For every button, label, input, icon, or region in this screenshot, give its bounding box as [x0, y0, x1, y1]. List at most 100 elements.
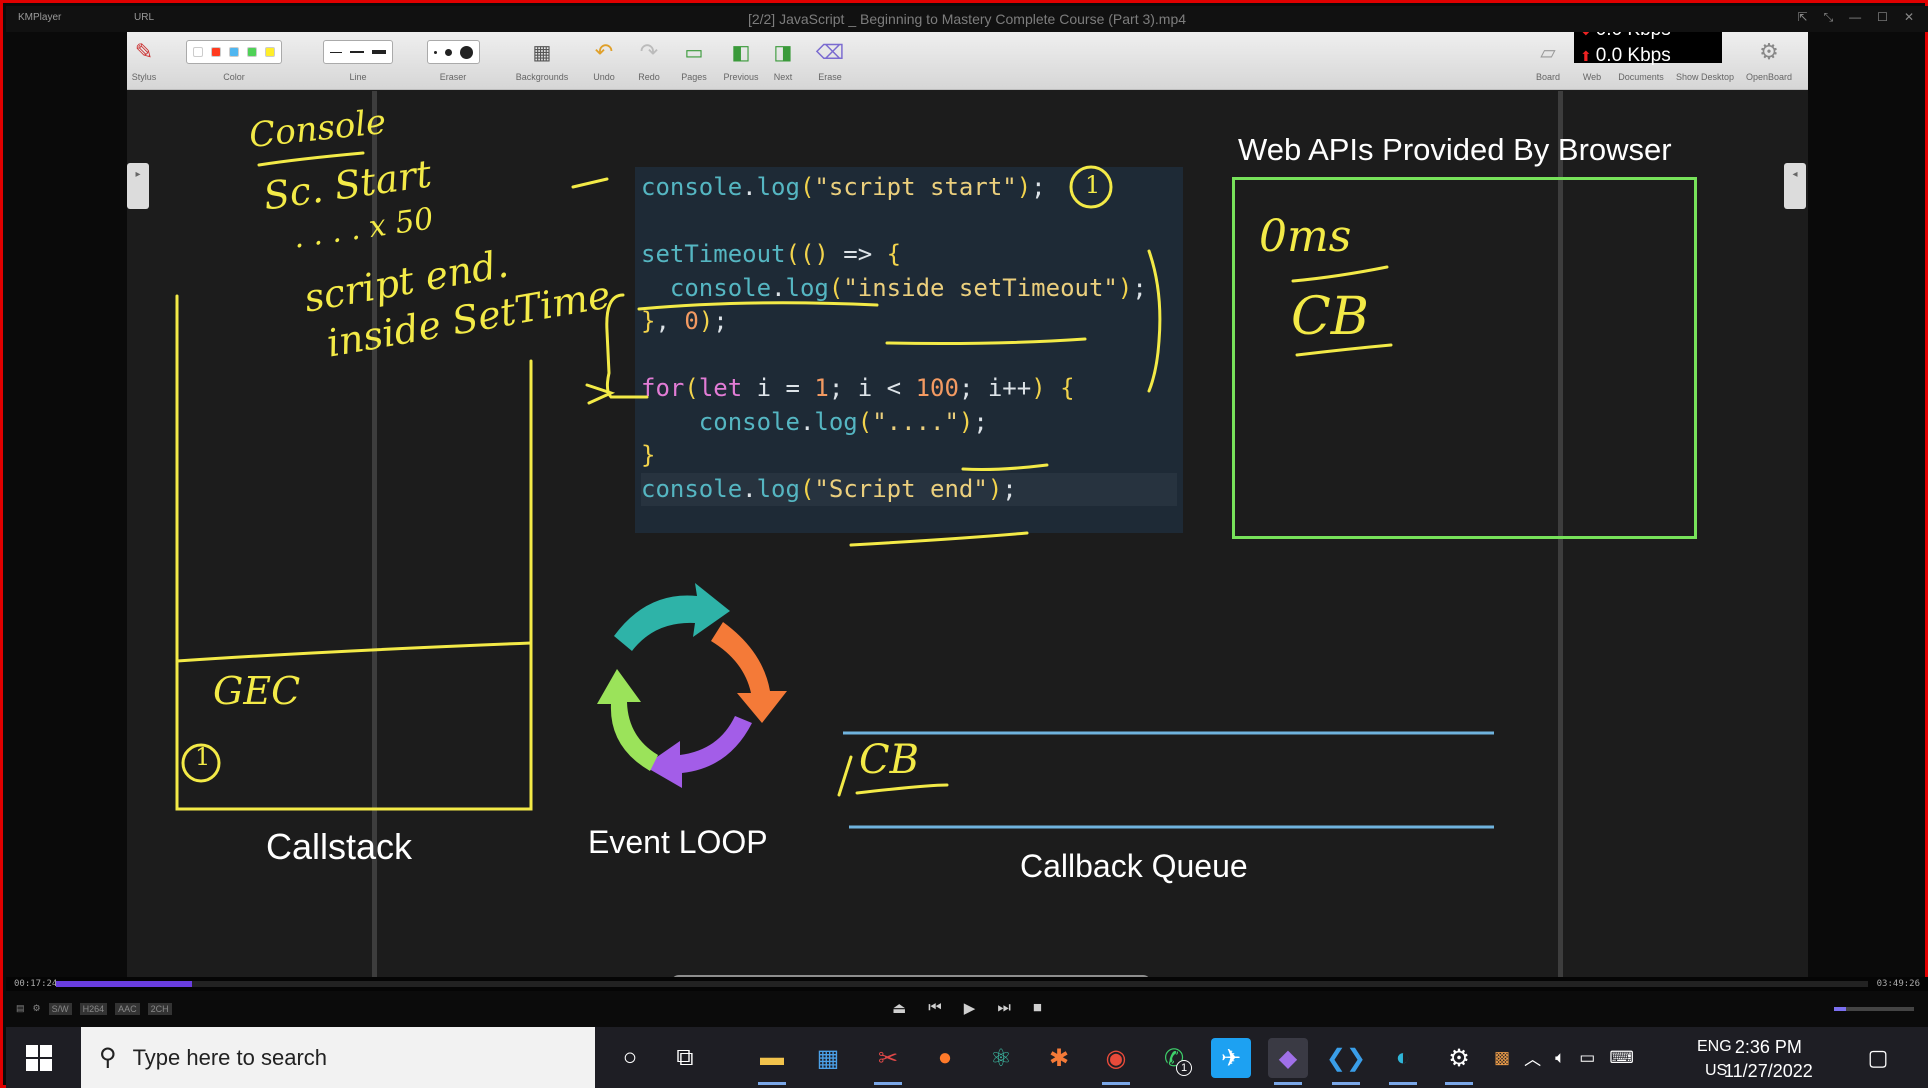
- eraser-label: Eraser: [439, 72, 467, 82]
- line-tool[interactable]: Line: [319, 38, 397, 82]
- seek-track[interactable]: [56, 981, 1868, 987]
- next-label: Next: [773, 72, 793, 82]
- close-icon[interactable]: ✕: [1904, 10, 1914, 25]
- show-desktop-label: Show Desktop: [1675, 72, 1735, 82]
- pages-button[interactable]: ▭ Pages: [677, 38, 711, 83]
- redo-icon: ↷: [639, 39, 659, 64]
- volume-slider[interactable]: [1834, 1007, 1914, 1011]
- next-icon[interactable]: ⏭: [997, 999, 1011, 1017]
- taskbar-search[interactable]: ⚲ Type here to search: [81, 1027, 595, 1088]
- windows-start-icon[interactable]: [26, 1045, 52, 1071]
- stop-icon[interactable]: ■: [1033, 999, 1042, 1017]
- touch-keyboard-icon[interactable]: ⌨: [1609, 1048, 1634, 1068]
- seek-progress: [56, 981, 192, 987]
- edge-icon[interactable]: ◐: [1383, 1038, 1423, 1085]
- undo-button[interactable]: ↶ Undo: [589, 38, 619, 82]
- openboard-label: OpenBoard: [1745, 72, 1793, 82]
- notifications-icon[interactable]: ▢: [1858, 1038, 1898, 1078]
- upload-arrow-icon: ⬆: [1580, 48, 1592, 64]
- chrome-icon[interactable]: ◉: [1096, 1038, 1136, 1085]
- backgrounds-tool[interactable]: ▦ Backgrounds: [512, 38, 572, 83]
- twitter-icon[interactable]: ✈: [1211, 1038, 1251, 1078]
- network-speed-overlay: ⬇0.0 Kbps ⬆0.0 Kbps: [1574, 32, 1722, 66]
- backgrounds-icon: ▦: [532, 41, 552, 64]
- pin-icon[interactable]: ⇱: [1798, 10, 1808, 25]
- line-thin-icon[interactable]: [330, 51, 342, 53]
- event-loop-icon: [597, 583, 787, 788]
- erase-button[interactable]: ⌫ Erase: [815, 38, 845, 83]
- task-view-icon[interactable]: ⧉: [665, 1038, 705, 1078]
- board-icon: ▱: [1540, 41, 1556, 64]
- color-swatch[interactable]: [265, 47, 275, 57]
- eraser-large-icon[interactable]: [459, 45, 473, 59]
- windows-taskbar: ⚲ Type here to search ○ ⧉ ▬ ▦ ✂ ● ⚛ ✱ ◉ …: [6, 1027, 1928, 1088]
- maximize-icon[interactable]: ☐: [1877, 10, 1888, 25]
- redo-button[interactable]: ↷ Redo: [634, 38, 664, 82]
- openboard-menu-button[interactable]: ⚙ OpenBoard: [1741, 38, 1797, 82]
- color-tool[interactable]: Color: [169, 38, 299, 82]
- volume-icon[interactable]: 🔈︎: [1555, 1048, 1565, 1068]
- settimeout-right-bracket: [1147, 249, 1162, 393]
- eraser-small-icon[interactable]: [433, 50, 437, 54]
- stylus-tool[interactable]: ✎ Stylus: [129, 38, 159, 82]
- script-end-underline: [849, 531, 1029, 547]
- cortana-icon[interactable]: ○: [610, 1038, 650, 1078]
- snipping-tool-icon[interactable]: ✂: [868, 1038, 908, 1085]
- video-area[interactable]: ✎ Stylus Color Line Eraser ▦ Backgrounds…: [127, 32, 1808, 977]
- show-hidden-icons[interactable]: ︿: [1524, 1045, 1541, 1070]
- previous-icon[interactable]: ⏮: [928, 999, 942, 1017]
- eject-icon[interactable]: ⏏: [892, 999, 906, 1017]
- pages-label: Pages: [681, 72, 707, 82]
- next-page-icon: ◨: [773, 41, 793, 64]
- search-icon: ⚲: [99, 1044, 117, 1071]
- shrink-icon[interactable]: ⤡: [1824, 10, 1834, 25]
- next-button[interactable]: ◨ Next: [768, 38, 798, 83]
- file-explorer-icon[interactable]: ▬: [752, 1038, 792, 1085]
- erase-icon: ⌫: [815, 41, 845, 64]
- code-step-number: 1: [1085, 171, 1101, 199]
- web-label: Web: [1582, 72, 1602, 82]
- line-medium-icon[interactable]: [350, 51, 364, 53]
- taskbar-clock[interactable]: 2:36 PM 11/27/2022: [1724, 1035, 1813, 1083]
- color-swatches[interactable]: [186, 40, 282, 64]
- minimize-icon[interactable]: —: [1849, 10, 1861, 25]
- eraser-tool[interactable]: Eraser: [414, 38, 492, 82]
- step-dash: [571, 177, 609, 189]
- clock-time: 2:36 PM: [1734, 1037, 1802, 1057]
- whatsapp-icon[interactable]: ✆ 1: [1154, 1038, 1194, 1078]
- upload-speed: 0.0 Kbps: [1595, 45, 1671, 66]
- undo-label: Undo: [593, 72, 615, 82]
- current-time: 00:17:24: [14, 979, 58, 989]
- window-controls: ⇱ ⤡ — ☐ ✕: [1798, 10, 1915, 25]
- line-label: Line: [349, 72, 367, 82]
- eraser-medium-icon[interactable]: [444, 48, 452, 56]
- stylus-label: Stylus: [131, 72, 157, 82]
- webapi-zero-ms: 0ms: [1259, 211, 1352, 262]
- xampp-icon[interactable]: ✱: [1039, 1038, 1079, 1078]
- transport-controls: ⏏ ⏮ ▶ ⏭ ■: [6, 999, 1928, 1017]
- color-swatch[interactable]: [211, 47, 221, 57]
- whiteboard[interactable]: ▸ ◂ console.log("script start"); setTime…: [127, 91, 1808, 977]
- line-thick-icon[interactable]: [372, 50, 386, 54]
- microsoft-store-icon[interactable]: ▦: [808, 1038, 848, 1078]
- settings-app-icon[interactable]: ⚙: [1439, 1038, 1479, 1085]
- seek-bar[interactable]: 00:17:24 03:49:26: [6, 977, 1928, 991]
- tray-apps-icon[interactable]: ▩: [1494, 1048, 1510, 1068]
- firefox-icon[interactable]: ●: [925, 1038, 965, 1078]
- board-label: Board: [1535, 72, 1561, 82]
- board-button[interactable]: ▱ Board: [1533, 38, 1563, 83]
- battery-icon[interactable]: ▭: [1579, 1048, 1595, 1068]
- undo-icon: ↶: [594, 39, 614, 64]
- play-icon[interactable]: ▶: [964, 999, 976, 1017]
- color-swatch[interactable]: [247, 47, 257, 57]
- atom-icon[interactable]: ⚛: [981, 1038, 1021, 1078]
- vscode-icon[interactable]: ❮❯: [1326, 1038, 1366, 1085]
- previous-button[interactable]: ◧ Previous: [721, 38, 761, 83]
- volume-level: [1834, 1007, 1846, 1011]
- erase-label: Erase: [818, 72, 842, 82]
- color-swatch[interactable]: [229, 47, 239, 57]
- queue-cb-underline: [855, 783, 949, 795]
- color-swatch[interactable]: [193, 47, 203, 57]
- callstack-gec: GEC: [213, 669, 301, 713]
- visual-studio-icon[interactable]: ◆: [1268, 1038, 1308, 1085]
